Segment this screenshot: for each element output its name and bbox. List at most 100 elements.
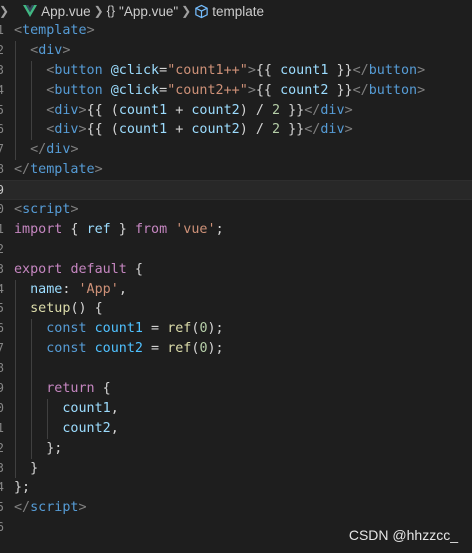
code-line[interactable]: 5 setup() { (0, 299, 472, 320)
code-line[interactable]: 8 </template> (0, 160, 472, 180)
code-text: <button @click="count2++">{{ count2 }}</… (14, 81, 425, 101)
line-number: 2 (0, 241, 4, 256)
cube-icon (195, 4, 208, 18)
code-token: = (159, 62, 168, 78)
code-text: return { (14, 379, 111, 399)
vue-logo-icon (23, 5, 38, 17)
code-line[interactable]: 5 </script> (0, 498, 472, 518)
code-token: 0 (199, 321, 208, 337)
code-token: < (14, 102, 55, 118)
code-token: = (143, 341, 168, 357)
code-token: } (110, 221, 135, 237)
code-token: div (54, 122, 79, 138)
code-line[interactable]: 6 <div>{{ (count1 + count2) / 2 }}</div> (0, 120, 472, 141)
code-token: + (167, 122, 192, 138)
code-token: > (94, 162, 103, 178)
code-text: }; (14, 439, 62, 459)
code-token: 0 (199, 341, 208, 357)
code-text: name: 'App', (14, 280, 127, 300)
code-token: count2 (62, 420, 111, 436)
code-token: setup (30, 301, 71, 317)
code-token: : (62, 281, 79, 297)
code-token: > (70, 142, 79, 158)
code-token: </ (352, 82, 369, 98)
code-line[interactable]: 3 export default { (0, 260, 472, 280)
code-token: export (14, 261, 63, 277)
code-line[interactable]: 9 (0, 180, 472, 201)
code-line[interactable]: 2 <div> (0, 40, 472, 61)
code-line[interactable]: 3 <button @click="count1++">{{ count1 }}… (0, 60, 472, 81)
code-line[interactable]: 1 count2, (0, 418, 472, 439)
breadcrumb-file[interactable]: ❯ App.vue (0, 4, 91, 19)
code-text: import { ref } from 'vue'; (14, 220, 224, 240)
line-number: 0 (0, 202, 4, 217)
code-line[interactable]: 9 return { (0, 379, 472, 399)
code-line[interactable]: 0 <script> (0, 200, 472, 220)
breadcrumb-section-label: template (212, 3, 264, 19)
code-text: const count1 = ref(0); (14, 319, 223, 339)
breadcrumb-component[interactable]: {} "App.vue" (107, 4, 178, 19)
code-text: setup() { (14, 299, 103, 319)
code-token: </ (304, 122, 321, 138)
code-line[interactable]: 1 import { ref } from 'vue'; (0, 220, 472, 240)
code-line[interactable]: 6 const count1 = ref(0); (0, 319, 472, 340)
code-line[interactable]: 4}; (0, 478, 472, 498)
code-token: = (143, 321, 168, 337)
code-token: > (78, 122, 87, 138)
code-line[interactable]: 1 <template> (0, 21, 472, 41)
code-editor[interactable]: 1 <template> 2 <div> 3 <button @click="coun… (0, 21, 472, 538)
code-line[interactable]: 0 count1, (0, 398, 472, 419)
code-token: }} (328, 82, 353, 98)
code-token: button (368, 62, 418, 78)
code-line[interactable]: 7 </div> (0, 140, 472, 161)
code-token: 2 (272, 102, 281, 118)
editor-window: ❯ App.vue ❯ {} "App.vue" ❯ template 1 <te… (0, 0, 472, 553)
code-text: count1, (14, 399, 118, 419)
code-token: from (134, 221, 168, 237)
code-token: { (126, 261, 143, 277)
code-line[interactable]: 8 (0, 359, 472, 380)
code-token: ref (167, 341, 192, 357)
code-token: count1 (118, 102, 168, 118)
code-token: div (46, 142, 71, 158)
code-token: template (22, 23, 87, 38)
code-line[interactable]: 5 <div>{{ (count1 + count2) / 2 }}</div> (0, 100, 472, 121)
code-token: "count1++" (167, 62, 248, 78)
breadcrumb: ❯ App.vue ❯ {} "App.vue" ❯ template (0, 0, 472, 22)
code-token: > (78, 500, 87, 516)
code-line[interactable]: 2 (0, 240, 472, 260)
code-token: > (417, 82, 426, 98)
code-token: </ (14, 142, 47, 158)
code-token: < (14, 42, 39, 58)
breadcrumb-section[interactable]: template (194, 4, 264, 19)
code-token: 2 (272, 122, 281, 138)
watermark: CSDN @hhzzcc_ (348, 527, 458, 543)
line-number: 1 (0, 420, 4, 435)
line-number: 6 (0, 122, 4, 137)
code-token: {{ ( (86, 122, 119, 138)
code-token: > (247, 62, 256, 78)
code-line[interactable]: 4 name: 'App', (0, 279, 472, 300)
code-line[interactable]: 7 const count2 = ref(0); (0, 339, 472, 360)
code-token: script (22, 202, 71, 218)
code-line[interactable]: 3 } (0, 458, 472, 479)
code-line[interactable]: 4 <button @click="count2++">{{ count2 }}… (0, 80, 472, 101)
code-token: }} (280, 102, 305, 118)
chevron-left-icon: ❯ (0, 4, 10, 18)
code-line[interactable]: 2 }; (0, 438, 472, 459)
code-token: , (118, 281, 127, 297)
code-token: div (38, 42, 63, 58)
code-token: { (62, 221, 87, 237)
code-token: ref (86, 221, 111, 237)
code-text: <script> (14, 200, 79, 220)
code-token: {{ (255, 62, 281, 78)
line-number: 8 (0, 162, 4, 177)
code-token: @click (110, 62, 160, 78)
code-token: return (46, 381, 95, 397)
code-token: , (110, 420, 119, 436)
code-token: @click (110, 82, 160, 98)
chevron-right-icon: ❯ (93, 4, 104, 18)
